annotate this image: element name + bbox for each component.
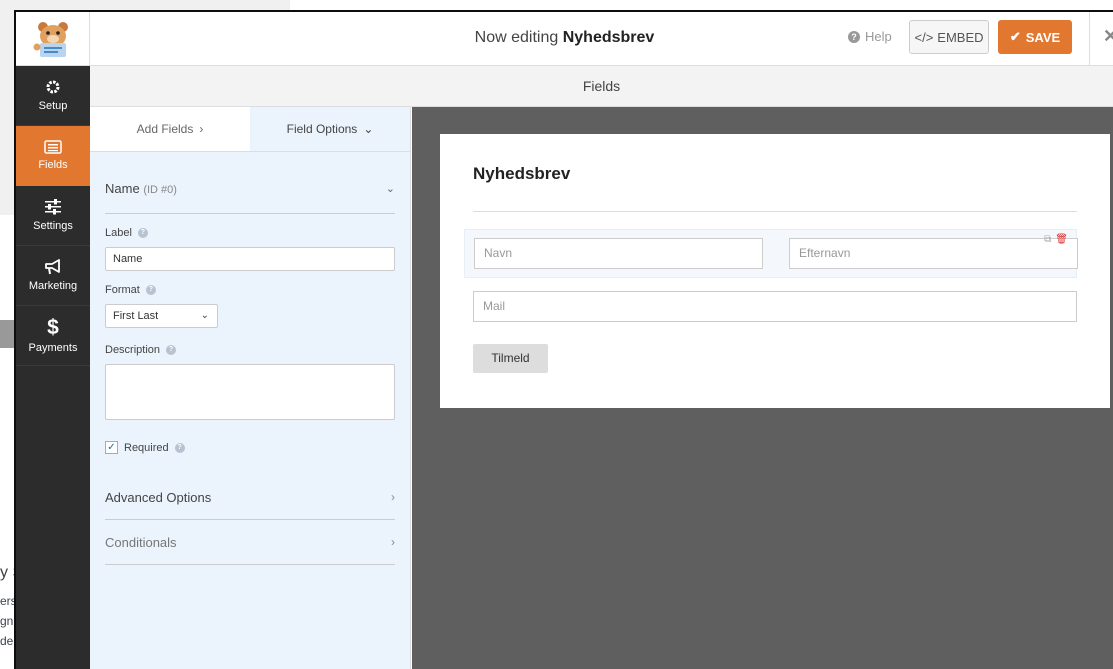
- save-label: SAVE: [1025, 29, 1061, 45]
- embed-button[interactable]: </> EMBED: [909, 20, 989, 54]
- chevron-down-icon: ⌄: [363, 122, 374, 136]
- advanced-options-toggle[interactable]: Advanced Options ›: [105, 475, 395, 520]
- dollar-icon: $: [47, 315, 59, 339]
- help-label: Help: [865, 29, 892, 44]
- form-preview-title: Nyhedsbrev: [473, 164, 571, 183]
- tab-label: Field Options: [286, 122, 358, 136]
- form-preview-area: Nyhedsbrev Navn Efternavn ⧉ 🗑 Mail Tilme…: [412, 107, 1113, 669]
- conditionals-label: Conditionals: [105, 534, 177, 550]
- form-preview: Nyhedsbrev Navn Efternavn ⧉ 🗑 Mail Tilme…: [440, 134, 1110, 408]
- form-name: Nyhedsbrev: [562, 29, 655, 46]
- sliders-icon: [45, 199, 61, 215]
- close-icon[interactable]: ✕: [1103, 26, 1113, 47]
- chevron-right-icon: ›: [199, 122, 204, 136]
- embed-label: EMBED: [937, 29, 984, 45]
- required-checkbox-row[interactable]: ✓ Required ?: [105, 441, 395, 454]
- sidebar-item-marketing[interactable]: Marketing: [16, 246, 90, 306]
- section-header: Fields: [90, 66, 1113, 107]
- field-tools: ⧉ 🗑: [1044, 234, 1068, 245]
- sidebar-item-label: Marketing: [28, 280, 78, 292]
- builder-sidebar: Setup Fields Settings Marketing $ Paymen…: [16, 66, 90, 669]
- title-prefix: Now editing: [474, 29, 563, 46]
- divider: [1089, 12, 1090, 66]
- label-label: Label ?: [105, 227, 395, 239]
- description-textarea[interactable]: [105, 364, 395, 420]
- sidebar-item-fields[interactable]: Fields: [16, 126, 90, 186]
- first-name-input[interactable]: Navn: [474, 238, 763, 269]
- field-options-header[interactable]: Name (ID #0) ⌄: [105, 152, 395, 214]
- divider: [473, 211, 1077, 212]
- advanced-options-label: Advanced Options: [105, 489, 212, 505]
- label-text: Label: [105, 227, 132, 239]
- megaphone-icon: [45, 259, 60, 275]
- mail-input[interactable]: Mail: [473, 291, 1077, 322]
- help-icon: ?: [848, 30, 860, 43]
- save-button[interactable]: ✔ SAVE: [998, 20, 1072, 54]
- chevron-right-icon: ›: [391, 490, 395, 504]
- sidebar-item-label: Payments: [28, 341, 78, 354]
- background-text: gn: [0, 614, 14, 628]
- chevron-down-icon: ⌄: [200, 310, 209, 321]
- last-name-input[interactable]: Efternavn: [789, 238, 1078, 269]
- description-text: Description: [105, 344, 161, 356]
- format-value: First Last: [113, 310, 159, 322]
- description-label: Description ?: [105, 344, 395, 356]
- name-field-preview[interactable]: Navn Efternavn ⧉ 🗑: [464, 229, 1078, 278]
- chevron-down-icon: ⌄: [385, 183, 395, 195]
- list-icon: [44, 140, 62, 154]
- field-options-panel: Add Fields › Field Options ⌄ Name (ID #0…: [90, 107, 411, 669]
- form-builder-window: Now editing Nyhedsbrev ? Help </> EMBED …: [14, 10, 1113, 669]
- background-text: de: [0, 634, 14, 648]
- submit-button[interactable]: Tilmeld: [473, 344, 548, 373]
- trash-icon[interactable]: 🗑: [1055, 234, 1068, 245]
- tab-add-fields[interactable]: Add Fields ›: [90, 107, 250, 151]
- format-label: Format ?: [105, 284, 395, 296]
- top-bar: Now editing Nyhedsbrev ? Help </> EMBED …: [16, 12, 1113, 66]
- chevron-right-icon: ›: [391, 535, 395, 549]
- format-select[interactable]: First Last ⌄: [105, 304, 218, 328]
- duplicate-icon[interactable]: ⧉: [1044, 234, 1051, 245]
- sidebar-item-label: Setup: [38, 100, 68, 112]
- required-checkbox[interactable]: ✓: [105, 441, 118, 454]
- help-link[interactable]: ? Help: [848, 29, 892, 44]
- conditionals-toggle[interactable]: Conditionals ›: [105, 520, 395, 565]
- help-icon[interactable]: ?: [166, 345, 177, 355]
- sidebar-item-settings[interactable]: Settings: [16, 186, 90, 246]
- code-icon: </>: [914, 29, 934, 45]
- label-input[interactable]: Name: [105, 247, 395, 271]
- gear-icon: [46, 80, 60, 94]
- help-icon[interactable]: ?: [145, 285, 156, 295]
- panel-tabs: Add Fields › Field Options ⌄: [90, 107, 410, 152]
- sidebar-item-label: Settings: [33, 220, 73, 232]
- required-label: Required: [124, 441, 169, 454]
- checkmark-icon: ✔: [1009, 29, 1021, 44]
- format-text: Format: [105, 284, 140, 296]
- sidebar-item-payments[interactable]: $ Payments: [16, 306, 90, 366]
- field-name: Name: [105, 181, 140, 196]
- help-icon[interactable]: ?: [137, 228, 148, 238]
- tab-label: Add Fields: [136, 122, 194, 136]
- sidebar-item-setup[interactable]: Setup: [16, 66, 90, 126]
- sidebar-item-label: Fields: [38, 159, 68, 171]
- help-icon[interactable]: ?: [174, 442, 185, 453]
- field-id: (ID #0): [143, 184, 177, 196]
- tab-field-options[interactable]: Field Options ⌄: [250, 107, 410, 151]
